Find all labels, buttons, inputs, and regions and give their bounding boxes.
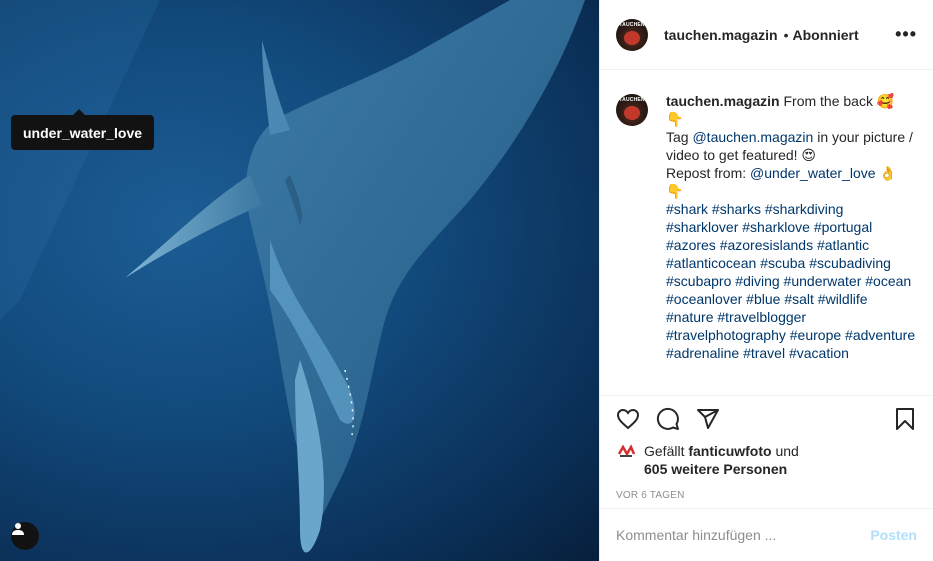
hashtag-link[interactable]: #scubapro [666, 273, 731, 289]
hashtag-link[interactable]: #diving [735, 273, 779, 289]
hashtag-link[interactable]: #oceanlover [666, 291, 742, 307]
hashtag-link[interactable]: #sharks [712, 201, 761, 217]
post-sidebar: tauchen.magazin • Abonniert ••• tauchen.… [599, 0, 933, 561]
post-header: tauchen.magazin • Abonniert ••• [600, 0, 933, 70]
share-icon[interactable] [696, 407, 720, 431]
user-tags-button[interactable] [11, 522, 39, 550]
hashtag-link[interactable]: #sharklove [742, 219, 810, 235]
hashtag-link[interactable]: #adventure [845, 327, 915, 343]
hashtag-link[interactable]: #travel [743, 345, 785, 361]
liker-username[interactable]: fanticuwfoto [688, 443, 771, 459]
caption-area: tauchen.magazin From the back 🥰 👇 Tag @t… [600, 70, 933, 395]
hashtag-link[interactable]: #portugal [814, 219, 872, 235]
more-options-icon[interactable]: ••• [895, 24, 917, 45]
hashtag-link[interactable]: #salt [784, 291, 814, 307]
liker-avatar[interactable] [616, 442, 636, 462]
likes-others[interactable]: 605 weitere Personen [644, 461, 787, 477]
comment-icon[interactable] [656, 407, 680, 431]
save-bookmark-icon[interactable] [893, 407, 917, 431]
shark-photo [0, 0, 585, 553]
hashtag-link[interactable]: #travelblogger [717, 309, 806, 325]
hashtag-link[interactable]: #underwater [784, 273, 862, 289]
likes-summary: Gefällt fanticuwfoto und 605 weitere Per… [600, 442, 933, 478]
caption-line2: 👇 [666, 111, 684, 127]
hashtag-link[interactable]: #shark [666, 201, 708, 217]
like-heart-icon[interactable] [616, 407, 640, 431]
author-avatar[interactable] [616, 18, 648, 51]
hashtag-link[interactable]: #europe [790, 327, 841, 343]
follow-status-button[interactable]: Abonniert [793, 27, 859, 43]
hashtag-link[interactable]: #wildlife [818, 291, 868, 307]
hashtag-link[interactable]: #azores [666, 237, 716, 253]
user-icon [12, 523, 24, 535]
caption-line1: From the back 🥰 [783, 93, 895, 109]
caption-avatar[interactable] [616, 94, 648, 126]
post-image[interactable]: under_water_love [0, 0, 599, 561]
user-tag-label[interactable]: under_water_love [11, 109, 155, 150]
hashtag-link[interactable]: #adrenaline [666, 345, 739, 361]
instagram-post-modal: under_water_love tauchen.magazin • Abonn… [0, 0, 933, 561]
hashtag-link[interactable]: #sharklover [666, 219, 738, 235]
likes-middle: und [771, 443, 799, 459]
hashtag-link[interactable]: #scubadiving [809, 255, 891, 271]
caption-username[interactable]: tauchen.magazin [666, 93, 780, 109]
mention-under-water-love[interactable]: @under_water_love [750, 165, 876, 181]
hashtag-link[interactable]: #azoresislands [720, 237, 813, 253]
likes-text: Gefällt fanticuwfoto und 605 weitere Per… [644, 442, 799, 478]
header-separator: • [783, 26, 789, 43]
mention-tauchen-magazin[interactable]: @tauchen.magazin [692, 129, 813, 145]
author-username[interactable]: tauchen.magazin [664, 27, 778, 43]
hashtag-list: #shark #sharks #sharkdiving #sharklover … [666, 201, 915, 361]
caption-repost-prefix: Repost from: [666, 165, 751, 181]
post-timestamp[interactable]: VOR 6 TAGEN [600, 478, 933, 508]
likes-prefix: Gefällt [644, 443, 689, 459]
hashtag-link[interactable]: #travelphotography [666, 327, 786, 343]
caption-tag-prefix: Tag [666, 129, 693, 145]
hashtag-link[interactable]: #atlanticocean [666, 255, 756, 271]
hashtag-link[interactable]: #blue [746, 291, 780, 307]
caption-line-after: 👇 [666, 183, 684, 199]
hashtag-link[interactable]: #sharkdiving [765, 201, 844, 217]
caption-text: tauchen.magazin From the back 🥰 👇 Tag @t… [666, 92, 916, 395]
hashtag-link[interactable]: #ocean [865, 273, 911, 289]
hashtag-link[interactable]: #vacation [789, 345, 849, 361]
hashtag-link[interactable]: #atlantic [817, 237, 869, 253]
hashtag-link[interactable]: #scuba [760, 255, 805, 271]
post-comment-button[interactable]: Posten [870, 527, 917, 543]
comment-bar: Posten [600, 508, 933, 561]
action-bar [600, 396, 933, 442]
comment-input[interactable] [616, 527, 871, 543]
caption-repost-suffix: 👌 [875, 165, 897, 181]
hashtag-link[interactable]: #nature [666, 309, 713, 325]
